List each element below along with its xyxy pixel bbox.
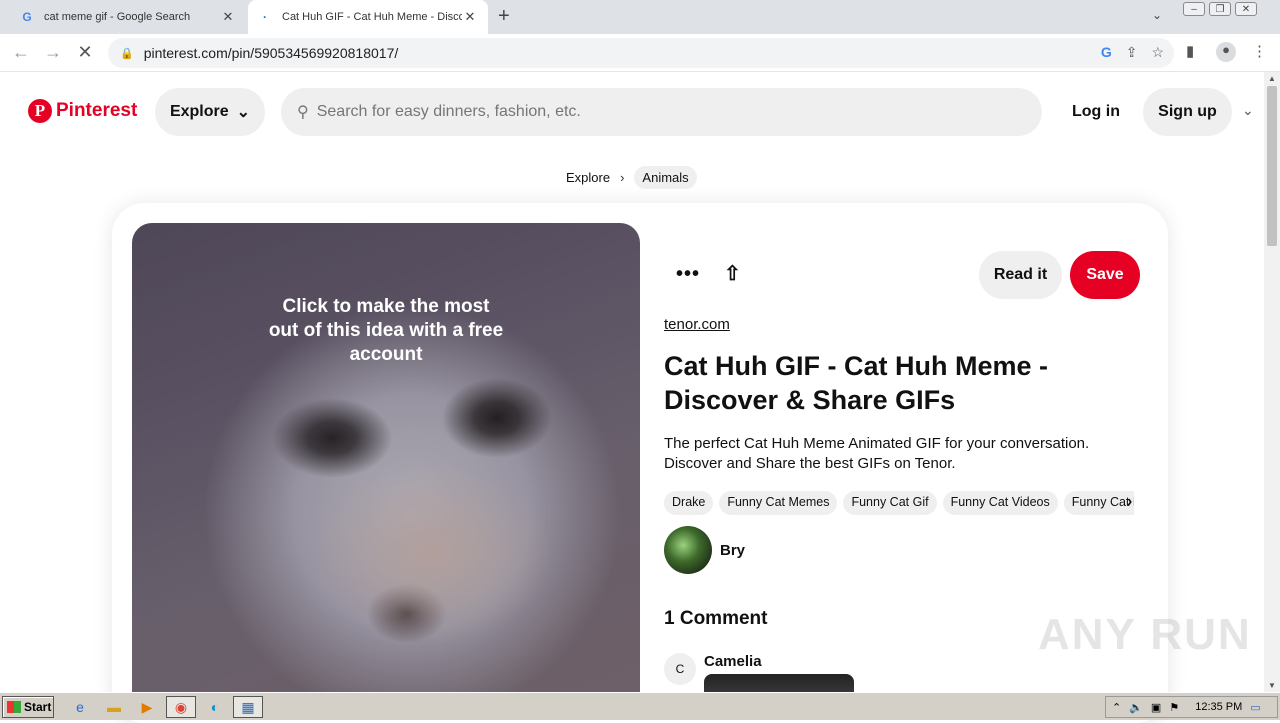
profile-avatar-icon[interactable]: ● [1216, 42, 1236, 62]
flag-notification-icon[interactable]: ⚑ [1169, 701, 1179, 714]
author-name[interactable]: Bry [720, 542, 745, 559]
close-tab-icon[interactable]: ✕ [462, 9, 478, 25]
search-input[interactable]: ⚲ Search for easy dinners, fashion, etc. [281, 88, 1042, 136]
forward-arrow-icon[interactable]: → [42, 42, 64, 63]
pin-description: The perfect Cat Huh Meme Animated GIF fo… [664, 435, 1090, 472]
pinterest-p-icon: P [28, 99, 52, 123]
minimize-icon[interactable]: – [1183, 2, 1205, 16]
save-button[interactable]: Save [1070, 251, 1140, 299]
google-lens-icon[interactable]: G [1101, 44, 1112, 61]
signup-button[interactable]: Sign up [1143, 88, 1232, 136]
chevron-down-icon: ⌄ [236, 104, 251, 121]
scroll-up-icon[interactable]: ▲ [1268, 74, 1276, 83]
comment-avatar[interactable]: C [664, 653, 696, 685]
tab-cat-huh-gif[interactable]: · Cat Huh GIF - Cat Huh Meme - Disco ✕ [248, 0, 488, 34]
lock-icon[interactable]: 🔒 [120, 47, 134, 60]
edge-icon[interactable]: ◐ [205, 697, 225, 717]
browser-toolbar: ← → ✕ 🔒 pinterest.com/pin/59053456992081… [0, 34, 1280, 72]
watermark: ANY RUN [1038, 610, 1252, 659]
page-scrollbar[interactable]: ▲ ▼ [1264, 72, 1280, 692]
pin-author[interactable]: Bry [664, 526, 745, 574]
chrome-icon[interactable]: ◉ [166, 696, 196, 718]
tag-pill[interactable]: Funny Cat Pictures [1063, 491, 1134, 515]
stop-loading-icon[interactable]: ✕ [74, 42, 96, 63]
clock[interactable]: 12:35 PM [1195, 701, 1242, 713]
tag-pill[interactable]: Drake [664, 491, 714, 515]
explore-label: Explore [169, 103, 229, 120]
pin-card: Click to make the most out of this idea … [112, 203, 1168, 723]
browser-tab-strip: G cat meme gif - Google Search ✕ · Cat H… [0, 0, 1280, 34]
network-icon[interactable]: ▣ [1151, 701, 1161, 714]
start-label: Start [24, 700, 52, 714]
address-bar[interactable]: 🔒 pinterest.com/pin/590534569920818017/ … [108, 38, 1174, 68]
source-link[interactable]: tenor.com [664, 316, 730, 333]
tag-pill[interactable]: Funny Cat Memes [719, 491, 838, 515]
pin-image[interactable]: Click to make the most out of this idea … [132, 223, 640, 703]
search-placeholder: Search for easy dinners, fashion, etc. [316, 103, 581, 120]
new-tab-icon[interactable]: + [498, 6, 510, 26]
breadcrumb-explore[interactable]: Explore [566, 170, 610, 185]
window-controls: – ❐ ✕ [1183, 2, 1257, 20]
url-text: pinterest.com/pin/590534569920818017/ [143, 45, 399, 61]
pinterest-logo[interactable]: P Pinterest [28, 99, 137, 123]
share-icon[interactable]: ⇧ [724, 261, 741, 286]
close-tab-icon[interactable]: ✕ [220, 9, 236, 25]
login-button[interactable]: Log in [1060, 88, 1132, 136]
pin-image-caption[interactable]: Click to make the most out of this idea … [266, 295, 506, 367]
explore-button[interactable]: Explore ⌄ [155, 88, 265, 136]
omnibox-actions: G ⇪ ☆ [1101, 44, 1164, 61]
avatar[interactable] [664, 526, 712, 574]
share-page-icon[interactable]: ⇪ [1126, 44, 1138, 61]
start-button[interactable]: Start [2, 696, 54, 718]
pinterest-header: P Pinterest Explore ⌄ ⚲ Search for easy … [0, 72, 1264, 152]
media-player-icon[interactable]: ▶ [137, 697, 157, 717]
folder-icon[interactable]: ▬ [104, 697, 124, 717]
system-tray: ⌃ 🔈 ▣ ⚑ 12:35 PM ▭ [1105, 696, 1278, 718]
volume-icon[interactable]: 🔈 [1129, 701, 1143, 714]
side-panel-icon[interactable]: ▮ [1186, 42, 1194, 60]
windows-taskbar: Start e ▬ ▶ ◉ ◐ ▦ ⌃ 🔈 ▣ ⚑ 12:35 PM ▭ [0, 692, 1280, 720]
more-options-icon[interactable]: ••• [676, 263, 700, 286]
chevron-right-icon[interactable]: › [1127, 493, 1132, 511]
restore-icon[interactable]: ❐ [1209, 2, 1231, 16]
back-arrow-icon[interactable]: ← [10, 42, 32, 63]
tag-pill[interactable]: Funny Cat Gif [843, 491, 937, 515]
tab-google-search[interactable]: G cat meme gif - Google Search ✕ [10, 0, 246, 34]
scroll-down-icon[interactable]: ▼ [1268, 681, 1276, 690]
internet-explorer-icon[interactable]: e [70, 697, 90, 717]
google-favicon-icon: G [22, 10, 32, 24]
more-options-chevron-icon[interactable]: ⌄ [1242, 102, 1254, 119]
tag-list: Drake Funny Cat Memes Funny Cat Gif Funn… [664, 491, 1134, 515]
scrollbar-thumb[interactable] [1267, 86, 1277, 246]
browser-menu-icon[interactable]: ⋮ [1252, 42, 1267, 60]
search-icon: ⚲ [297, 104, 309, 121]
loading-favicon-icon: · [263, 10, 267, 24]
brand-name: Pinterest [56, 100, 138, 121]
tab-title: cat meme gif - Google Search [44, 11, 191, 23]
comment-author[interactable]: Camelia [704, 653, 854, 670]
comments-heading: 1 Comment [664, 608, 768, 629]
breadcrumb-animals[interactable]: Animals [634, 165, 697, 189]
app-window-icon[interactable]: ▦ [233, 696, 263, 718]
bookmark-star-icon[interactable]: ☆ [1151, 44, 1164, 61]
chevron-right-icon: › [620, 169, 625, 185]
tab-title: Cat Huh GIF - Cat Huh Meme - Disco [282, 11, 462, 23]
tab-search-chevron-icon[interactable]: ⌄ [1152, 8, 1162, 22]
tag-pill[interactable]: Funny Cat Videos [942, 491, 1058, 515]
close-window-icon[interactable]: ✕ [1235, 2, 1257, 16]
show-desktop-icon[interactable]: ▭ [1250, 701, 1260, 714]
tray-expand-icon[interactable]: ⌃ [1112, 701, 1121, 714]
windows-flag-icon [7, 701, 21, 713]
breadcrumb: Explore › Animals [566, 165, 697, 189]
pin-title: Cat Huh GIF - Cat Huh Meme - Discover & … [664, 351, 1048, 415]
read-it-button[interactable]: Read it [979, 251, 1062, 299]
